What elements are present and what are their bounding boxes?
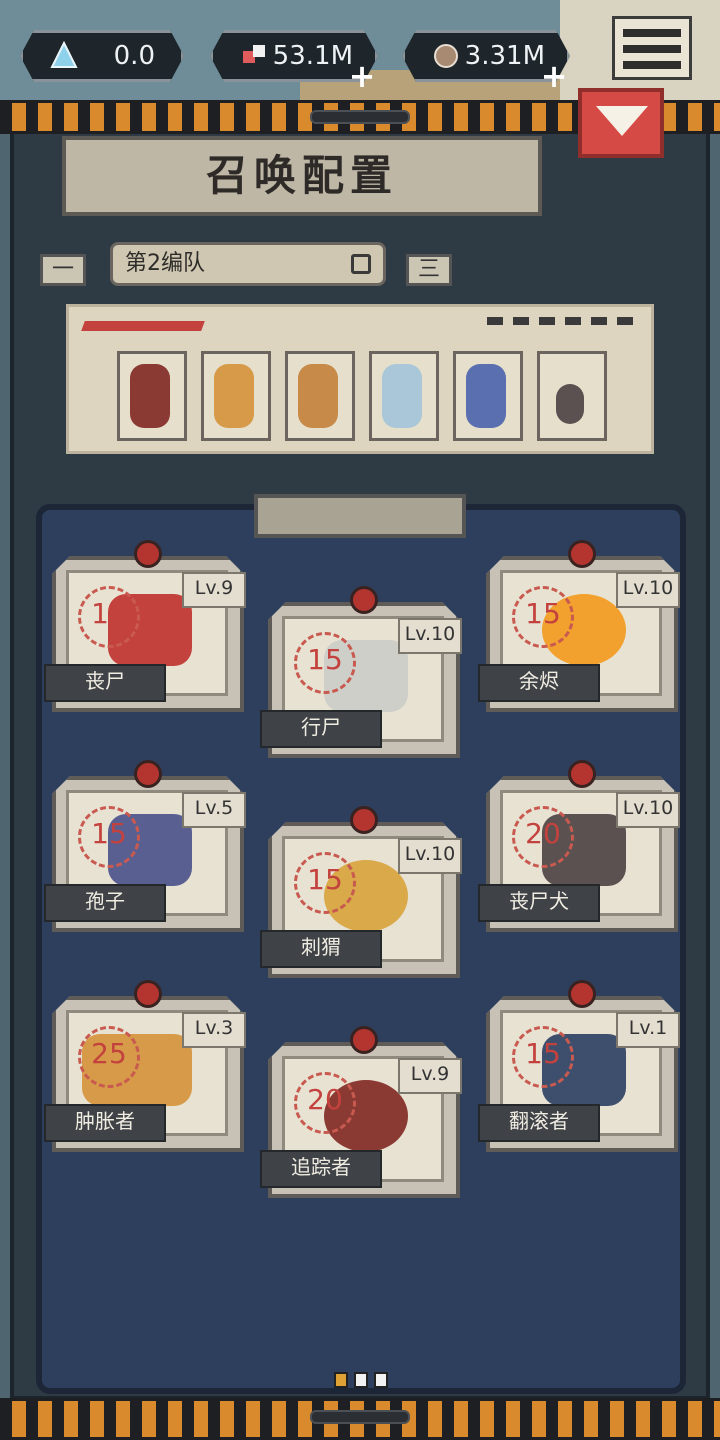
pin-icon: [350, 586, 378, 614]
pin-icon: [134, 760, 162, 788]
pin-icon: [568, 760, 596, 788]
unit-level: Lv.1: [616, 1012, 680, 1048]
collapse-button[interactable]: [578, 88, 664, 158]
page-dot[interactable]: [354, 1372, 368, 1388]
pin-icon: [568, 980, 596, 1008]
unit-name: 肿胀者: [44, 1104, 166, 1142]
bloater-avatar: [298, 364, 338, 428]
unit-card[interactable]: 15 Lv.1 翻滚者: [478, 980, 680, 1144]
unit-name: 丧尸犬: [478, 884, 600, 922]
unit-cost: 15: [294, 632, 356, 694]
add-stone-button[interactable]: +: [540, 60, 568, 92]
add-flesh-button[interactable]: +: [348, 60, 376, 92]
unit-cost: 15: [78, 806, 140, 868]
menu-button[interactable]: [612, 16, 692, 80]
page-title: 召唤配置: [62, 136, 542, 216]
unit-name: 丧尸: [44, 664, 166, 702]
unit-card[interactable]: 20 Lv.10 丧尸犬: [478, 760, 680, 924]
unit-cost: 15: [294, 852, 356, 914]
panel-handle-bottom: [310, 1410, 410, 1424]
unit-cost: 15: [512, 586, 574, 648]
team-name: 第2编队: [125, 251, 205, 276]
zombie-dog-avatar: [556, 384, 584, 424]
unit-name: 孢子: [44, 884, 166, 922]
unit-card[interactable]: 10 Lv.9 丧尸: [44, 540, 246, 704]
page-dot[interactable]: [374, 1372, 388, 1388]
prev-team-button[interactable]: 一: [40, 254, 86, 286]
unit-level: Lv.10: [616, 572, 680, 608]
unit-level: Lv.10: [398, 618, 462, 654]
crystal-icon: [49, 41, 79, 71]
flesh-icon: [239, 41, 269, 71]
unit-name: 翻滚者: [478, 1104, 600, 1142]
unit-level: Lv.5: [182, 792, 246, 828]
stone-value: 3.31M: [464, 41, 545, 71]
unit-level: Lv.9: [182, 572, 246, 608]
lineup-decoration: [81, 321, 205, 331]
unit-card[interactable]: 20 Lv.9 追踪者: [260, 1026, 462, 1190]
lineup-slot[interactable]: [117, 351, 187, 441]
unit-card[interactable]: 15 Lv.5 孢子: [44, 760, 246, 924]
unit-card[interactable]: 15 Lv.10 余烬: [478, 540, 680, 704]
pin-icon: [568, 540, 596, 568]
pin-icon: [134, 540, 162, 568]
unit-cost: 15: [512, 1026, 574, 1088]
unit-level: Lv.10: [398, 838, 462, 874]
unit-card[interactable]: 15 Lv.10 行尸: [260, 586, 462, 750]
spore-avatar: [466, 364, 506, 428]
chevron-down-icon: [596, 106, 648, 136]
team-lineup: [66, 304, 654, 454]
bloater-avatar: [214, 364, 254, 428]
walker-avatar: [382, 364, 422, 428]
unit-cost: 25: [78, 1026, 140, 1088]
crystal-counter: 0.0: [20, 30, 184, 82]
unit-cost: 20: [512, 806, 574, 868]
unit-level: Lv.3: [182, 1012, 246, 1048]
pin-icon: [350, 806, 378, 834]
edit-icon[interactable]: [351, 254, 371, 274]
lineup-slot[interactable]: [369, 351, 439, 441]
unit-level: Lv.9: [398, 1058, 462, 1094]
unit-card[interactable]: 15 Lv.10 刺猬: [260, 806, 462, 970]
team-name-field[interactable]: 第2编队: [110, 242, 386, 286]
lineup-slot[interactable]: [537, 351, 607, 441]
lineup-slot[interactable]: [453, 351, 523, 441]
menu-icon: [623, 29, 681, 37]
page-dot[interactable]: [334, 1372, 348, 1388]
zombie-avatar: [130, 364, 170, 428]
page-indicator[interactable]: [334, 1372, 388, 1388]
unit-name: 追踪者: [260, 1150, 382, 1188]
unit-name: 余烬: [478, 664, 600, 702]
unit-card[interactable]: 25 Lv.3 肿胀者: [44, 980, 246, 1144]
pin-icon: [350, 1026, 378, 1054]
unit-name: 刺猬: [260, 930, 382, 968]
unit-name: 行尸: [260, 710, 382, 748]
lineup-slot[interactable]: [201, 351, 271, 441]
pin-icon: [134, 980, 162, 1008]
panel-handle-top: [310, 110, 410, 124]
unit-level: Lv.10: [616, 792, 680, 828]
stone-icon: [431, 41, 461, 71]
next-team-button[interactable]: 三: [406, 254, 452, 286]
unit-cost: 10: [78, 586, 140, 648]
board-clip: [254, 494, 466, 538]
lineup-slot[interactable]: [285, 351, 355, 441]
flesh-value: 53.1M: [272, 41, 353, 71]
crystal-value: 0.0: [113, 41, 155, 71]
unit-cost: 20: [294, 1072, 356, 1134]
